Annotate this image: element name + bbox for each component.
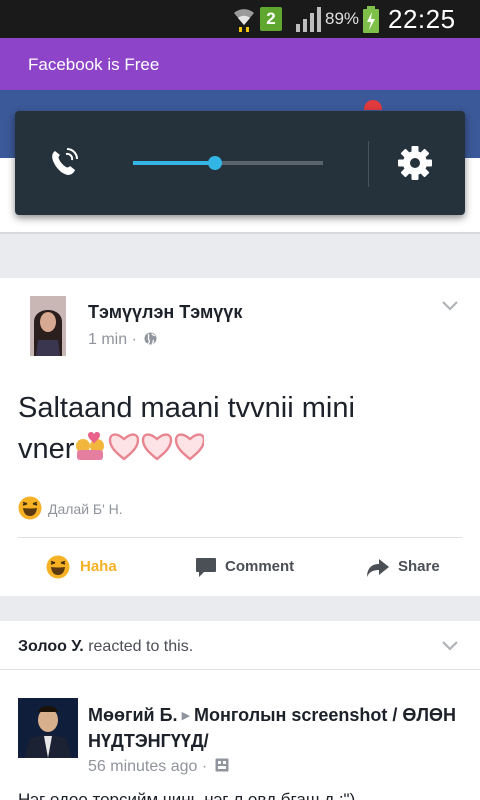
author-avatar-2[interactable]: [18, 698, 78, 758]
haha-label: Haha: [80, 558, 117, 575]
comment-label: Comment: [225, 558, 295, 575]
volume-popup: [15, 111, 465, 215]
status-bar: 2 89% 22:25: [0, 0, 480, 38]
volume-slider[interactable]: [133, 156, 323, 170]
reaction-notice-text: Золоо У. reacted to this.: [18, 638, 193, 656]
reaction-by-name: Далай Б' Н.: [48, 501, 123, 517]
author-avatar[interactable]: [30, 296, 66, 356]
share-label: Share: [398, 558, 440, 575]
post-author[interactable]: Тэмүүлэн Тэмүүк: [88, 302, 242, 323]
free-data-banner[interactable]: Facebook is Free: [0, 38, 480, 90]
comment-icon: [196, 558, 216, 577]
post2-author[interactable]: Мөөгий Б.: [88, 705, 178, 725]
chevron-down-icon[interactable]: [441, 300, 459, 312]
reactor-name[interactable]: Золоо У.: [18, 638, 84, 655]
wifi-icon: [234, 9, 254, 32]
signal-icon: [296, 7, 321, 32]
haha-reaction-icon: [18, 496, 42, 520]
post-time[interactable]: 1 min: [88, 331, 127, 348]
volume-slider-fill: [133, 161, 215, 165]
post-body: Saltaand maani tvvnii mini vner: [18, 388, 458, 469]
haha-button[interactable]: Haha: [42, 538, 152, 596]
meta-separator: ·: [131, 331, 137, 348]
post-meta: 1 min ·: [88, 331, 157, 349]
reaction-notice: Золоо У. reacted to this.: [0, 621, 480, 669]
post2-header: Мөөгий Б. ▶ Монголын screenshot / ӨЛӨН НҮД…: [88, 703, 468, 754]
share-icon: [367, 559, 389, 577]
sim-slot-badge: 2: [260, 7, 282, 31]
battery-percent: 89%: [325, 9, 360, 28]
meta-separator: ·: [201, 758, 208, 775]
couple-hearts-emoji-icon: [76, 432, 205, 461]
post-text-line1: Saltaand maani tvvnii mini: [18, 392, 355, 424]
post-action-bar: Haha Comment Share: [18, 537, 462, 596]
call-volume-icon: [52, 148, 78, 175]
post2-time[interactable]: 56 minutes ago: [88, 758, 197, 775]
banner-text: Facebook is Free: [28, 55, 160, 74]
chevron-down-icon[interactable]: [441, 640, 459, 652]
comment-button[interactable]: Comment: [192, 538, 312, 596]
reaction-notice-suffix: reacted to this.: [88, 638, 194, 655]
popup-divider: [368, 141, 369, 187]
haha-reaction-icon: [46, 555, 70, 579]
battery-charging-icon: [363, 6, 379, 33]
post-card-2: Мөөгий Б. ▶ Монголын screenshot / ӨЛӨН НҮД…: [0, 669, 480, 800]
post2-text: Нэг одоо торсийм чинь нэг л овд бгаш д ;…: [18, 790, 356, 800]
group-icon: [215, 758, 229, 772]
post2-meta: 56 minutes ago ·: [88, 758, 229, 776]
share-button[interactable]: Share: [366, 538, 462, 596]
post-card: Тэмүүлэн Тэмүүк 1 min · Saltaand maani t…: [0, 278, 480, 596]
caret-right-icon: ▶: [181, 710, 191, 722]
post-text-line2: vner: [18, 433, 75, 465]
clock: 22:25: [388, 4, 456, 34]
public-globe-icon: [144, 332, 157, 345]
volume-slider-thumb[interactable]: [207, 156, 222, 170]
settings-gear-icon[interactable]: [397, 145, 433, 181]
